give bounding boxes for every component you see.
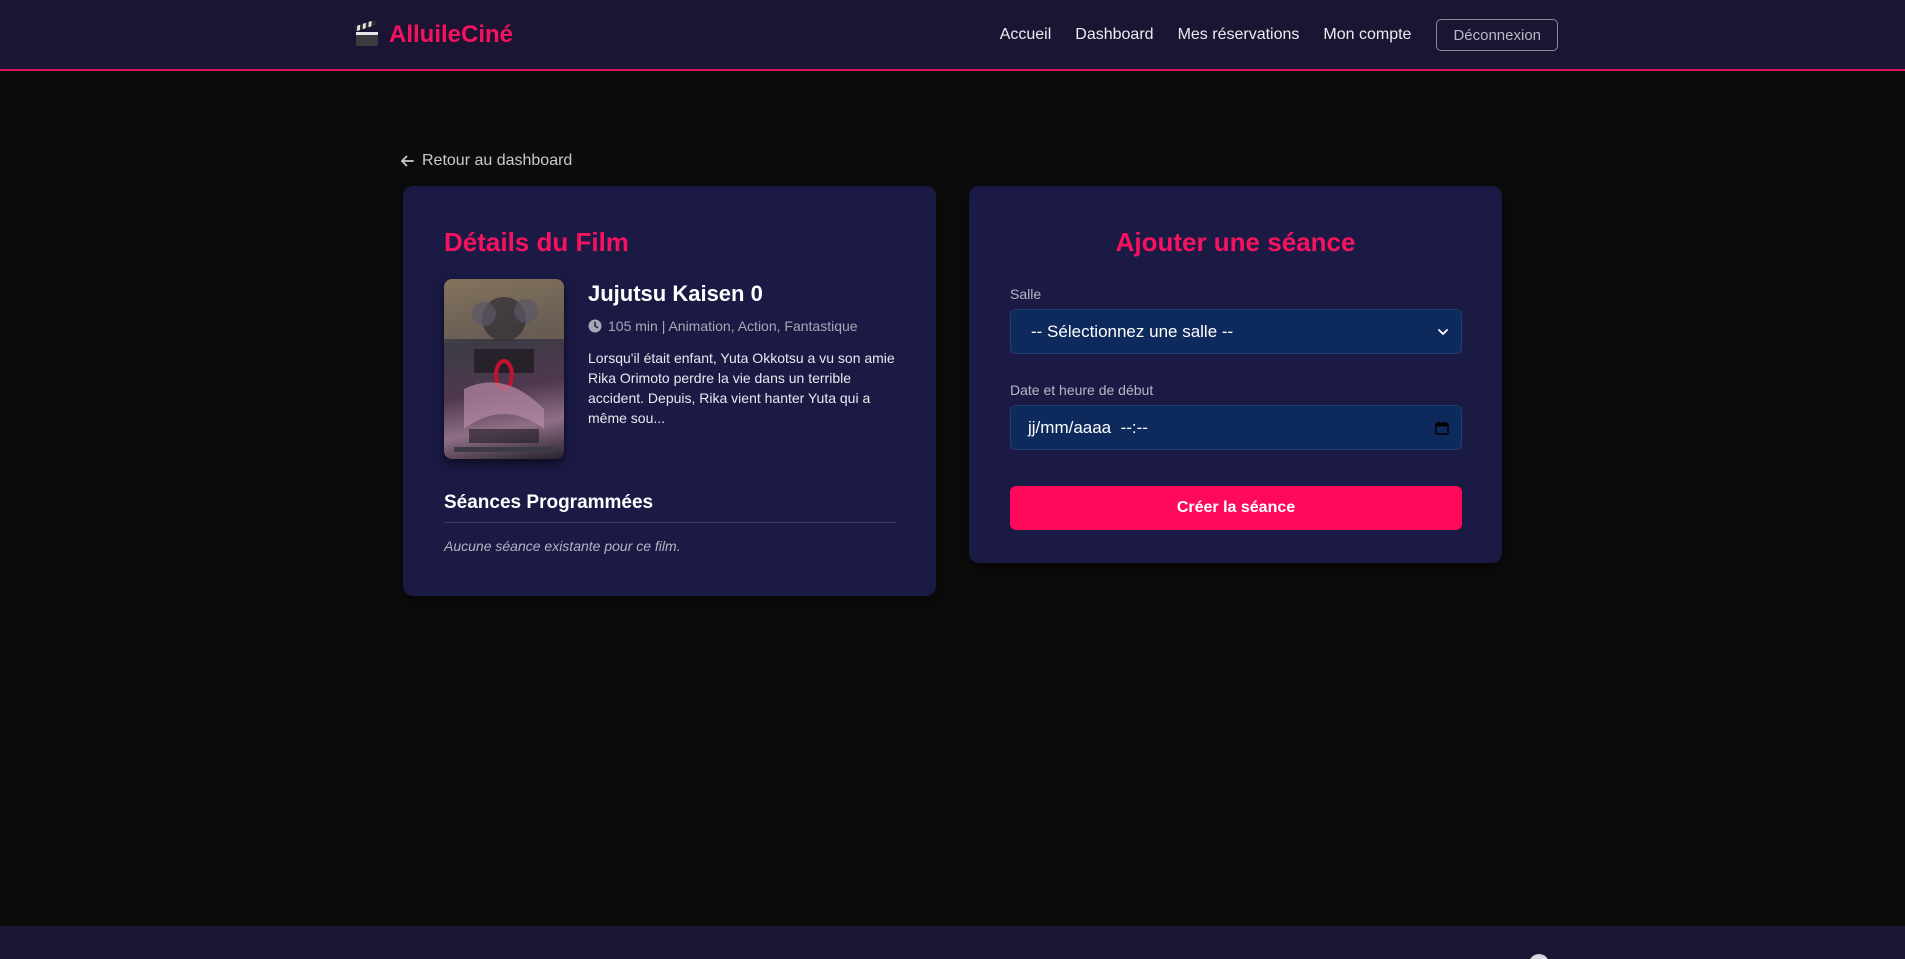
film-details-card: Détails du Film Jujutsu Kaisen 0 105 min… (403, 186, 936, 596)
film-details-title: Détails du Film (444, 227, 629, 257)
clapperboard-icon (354, 21, 378, 46)
datetime-input-value: jj/mm/aaaa --:-- (1028, 417, 1148, 437)
film-description: Lorsqu'il était enfant, Yuta Okkotsu a v… (588, 350, 895, 426)
back-to-dashboard-link[interactable]: Retour au dashboard (400, 150, 572, 172)
add-session-title: Ajouter une séance (1115, 227, 1356, 257)
datetime-input[interactable]: jj/mm/aaaa --:-- (1010, 405, 1462, 450)
film-duration-genres: 105 min | Animation, Action, Fantastique (608, 318, 858, 334)
nav-links: Accueil Dashboard Mes réservations Mon c… (1000, 18, 1558, 52)
film-title: Jujutsu Kaisen 0 (588, 281, 763, 306)
nav-link-dashboard[interactable]: Dashboard (1075, 26, 1153, 44)
nav-link-mon-compte[interactable]: Mon compte (1323, 26, 1411, 44)
add-session-form: Salle -- Sélectionnez une salle -- Date … (1010, 286, 1462, 530)
brand-name: AlluileCiné (389, 21, 514, 48)
chevron-down-icon (1438, 328, 1448, 335)
room-select[interactable]: -- Sélectionnez une salle -- (1010, 309, 1462, 354)
no-sessions-message: Aucune séance existante pour ce film. (444, 538, 681, 554)
room-select-value: -- Sélectionnez une salle -- (1031, 321, 1234, 341)
calendar-icon[interactable] (1435, 421, 1449, 435)
room-field: Salle -- Sélectionnez une salle -- (1010, 286, 1462, 354)
film-summary: Jujutsu Kaisen 0 105 min | Animation, Ac… (444, 279, 900, 459)
nav-link-accueil[interactable]: Accueil (1000, 26, 1052, 44)
logout-button[interactable]: Déconnexion (1436, 19, 1558, 51)
add-session-card: Ajouter une séance Salle -- Sélectionnez… (969, 186, 1502, 563)
room-label: Salle (1010, 286, 1042, 302)
film-info: Jujutsu Kaisen 0 105 min | Animation, Ac… (588, 279, 900, 459)
clock-icon (588, 319, 602, 333)
film-poster (444, 279, 564, 459)
brand-logo[interactable]: AlluileCiné (353, 18, 513, 52)
datetime-label: Date et heure de début (1010, 382, 1154, 398)
poster-artwork (444, 279, 564, 452)
back-link-label: Retour au dashboard (422, 152, 573, 169)
footer-avatar (1529, 954, 1549, 959)
datetime-field: Date et heure de début jj/mm/aaaa --:-- (1010, 382, 1462, 450)
nav-link-mes-reservations[interactable]: Mes réservations (1178, 26, 1300, 44)
page-footer (0, 926, 1905, 959)
top-navbar: AlluileCiné Accueil Dashboard Mes réserv… (0, 0, 1905, 71)
scheduled-sessions-title: Séances Programmées (444, 492, 897, 523)
create-session-button[interactable]: Créer la séance (1010, 486, 1462, 530)
film-meta: 105 min | Animation, Action, Fantastique (588, 318, 900, 334)
arrow-left-icon (401, 155, 414, 167)
